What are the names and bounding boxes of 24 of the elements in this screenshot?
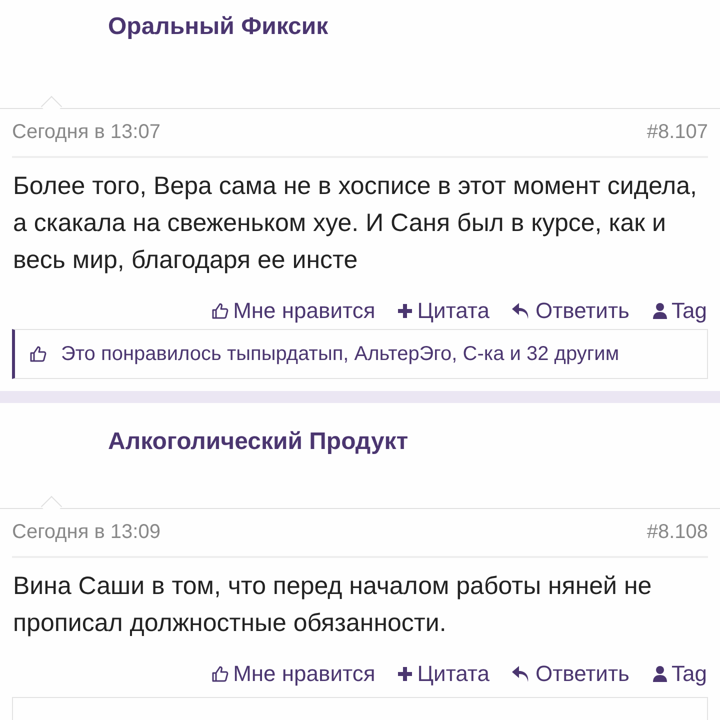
user-icon: [652, 665, 668, 683]
author-name[interactable]: Алкоголический Продукт: [108, 428, 408, 455]
like-link[interactable]: Мне нравится: [211, 661, 376, 687]
plus-icon: [397, 666, 414, 682]
reply-link[interactable]: Ответить: [511, 298, 630, 324]
like-link[interactable]: Мне нравится: [211, 298, 376, 324]
post-text: Более того, Вера сама не в хосписе в этот момент сидела, а скакала на свеженьком хуе. И Саня был в курсе, как и весь мир, благодаря ее инсте: [12, 171, 698, 276]
post-number[interactable]: #8.108: [646, 521, 708, 544]
reply-link[interactable]: Ответить: [511, 661, 630, 687]
user-icon: [652, 302, 668, 320]
post-text: Вина Саши в том, что перед началом работы няней не прописал должностные обязанности.: [12, 571, 653, 639]
plus-icon: [397, 303, 414, 319]
quote-link[interactable]: Цитата: [397, 298, 490, 324]
tag-link[interactable]: Tag: [652, 298, 707, 324]
likes-text: Это понравилось тыпырдатып, АльтерЭго, С-ка и 32 другим: [61, 342, 620, 366]
thumbs-up-icon: [29, 345, 47, 363]
thumbs-up-icon: [211, 665, 230, 683]
author-name[interactable]: Оральный Фиксик: [108, 13, 328, 40]
post-date: Сегодня в 13:09: [12, 521, 160, 544]
quote-link[interactable]: Цитата: [397, 661, 490, 687]
post-date: Сегодня в 13:07: [12, 121, 160, 144]
thumbs-up-icon: [211, 302, 230, 320]
post-number[interactable]: #8.107: [646, 121, 708, 144]
tag-link[interactable]: Tag: [652, 661, 707, 687]
